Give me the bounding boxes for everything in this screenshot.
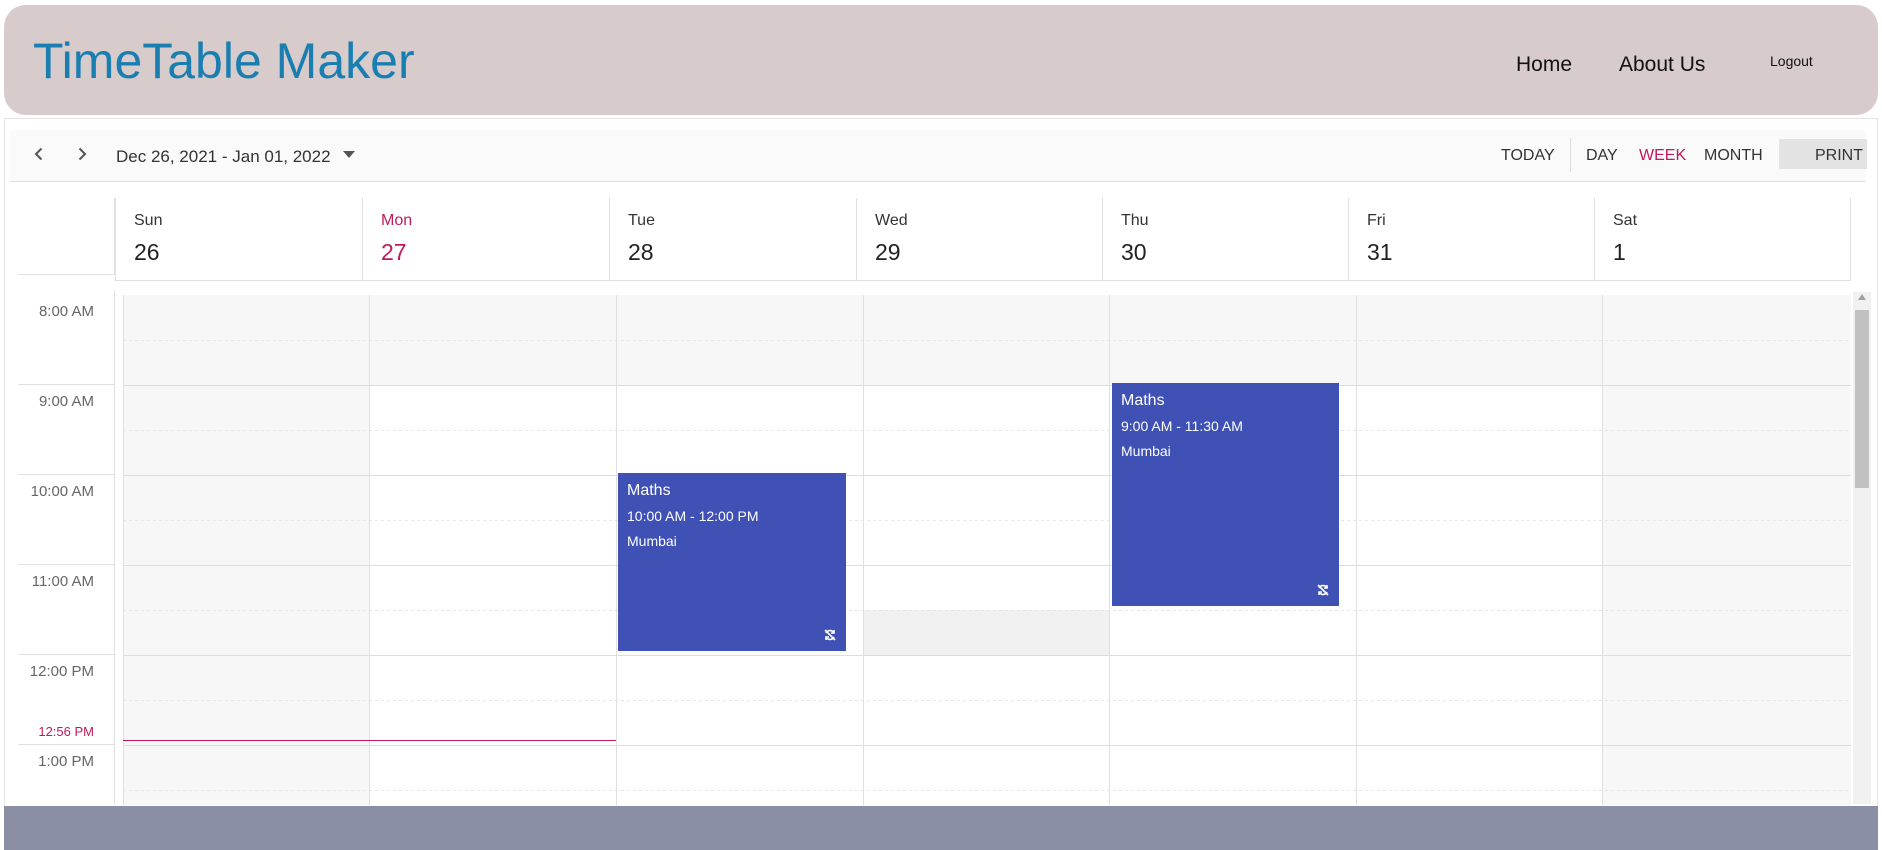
half-hour-line bbox=[123, 610, 1851, 611]
caret-down-icon[interactable] bbox=[343, 150, 355, 160]
event-location: Mumbai bbox=[627, 533, 677, 549]
day-number: 27 bbox=[381, 239, 407, 265]
event-time: 10:00 AM - 12:00 PM bbox=[627, 508, 759, 524]
hour-line bbox=[123, 745, 1851, 746]
toolbar-divider bbox=[1570, 138, 1571, 172]
nav-home-link[interactable]: Home bbox=[1516, 53, 1572, 77]
day-number: 29 bbox=[875, 239, 901, 265]
half-hour-line bbox=[123, 520, 1851, 521]
half-hour-line bbox=[123, 790, 1851, 791]
time-label: 8:00 AM bbox=[38, 303, 94, 320]
event-title: Maths bbox=[1121, 392, 1165, 409]
hour-line bbox=[123, 655, 1851, 656]
current-time-label: 12:56 PM bbox=[38, 724, 94, 739]
page-footer bbox=[4, 806, 1878, 850]
half-hour-line bbox=[123, 700, 1851, 701]
hour-line bbox=[123, 475, 1851, 476]
day-name: Sat bbox=[1613, 212, 1638, 229]
time-tick bbox=[18, 564, 115, 565]
chevron-right-icon[interactable] bbox=[75, 147, 89, 161]
view-month-button[interactable]: MONTH bbox=[1704, 147, 1763, 165]
time-label: 1:00 PM bbox=[38, 753, 94, 770]
day-number: 30 bbox=[1121, 239, 1147, 265]
day-name: Tue bbox=[628, 212, 655, 229]
half-hour-line bbox=[123, 430, 1851, 431]
brand-title[interactable]: TimeTable Maker bbox=[33, 32, 415, 90]
current-time-line bbox=[123, 740, 616, 741]
view-day-button[interactable]: DAY bbox=[1586, 147, 1618, 165]
day-name: Mon bbox=[381, 212, 413, 229]
event-maths-tue[interactable]: Maths 10:00 AM - 12:00 PM Mumbai bbox=[618, 473, 846, 651]
view-week-button[interactable]: WEEK bbox=[1639, 147, 1686, 165]
time-tick bbox=[18, 654, 115, 655]
day-header-fri[interactable]: Fri 31 bbox=[1348, 198, 1594, 280]
print-button[interactable]: PRINT bbox=[1815, 147, 1863, 165]
selected-cell[interactable] bbox=[863, 610, 1109, 655]
time-tick bbox=[18, 384, 115, 385]
day-header-sun[interactable]: Sun 26 bbox=[115, 198, 362, 280]
half-hour-line bbox=[123, 340, 1851, 341]
time-grid[interactable] bbox=[123, 295, 1851, 805]
day-header-thu[interactable]: Thu 30 bbox=[1102, 198, 1348, 280]
day-number: 28 bbox=[628, 239, 654, 265]
day-header-tue[interactable]: Tue 28 bbox=[609, 198, 856, 280]
date-range-picker[interactable]: Dec 26, 2021 - Jan 01, 2022 bbox=[116, 147, 331, 167]
day-name: Thu bbox=[1121, 212, 1149, 229]
time-tick bbox=[18, 744, 115, 745]
day-number: 1 bbox=[1613, 239, 1626, 265]
day-header-row: Sun 26 Mon 27 Tue 28 Wed 29 Thu 30 Fri 3… bbox=[115, 198, 1851, 281]
chevron-left-icon[interactable] bbox=[32, 147, 46, 161]
day-header-mon[interactable]: Mon 27 bbox=[362, 198, 609, 280]
day-header-sat[interactable]: Sat 1 bbox=[1594, 198, 1851, 280]
app-header: TimeTable Maker Home About Us Logout bbox=[4, 5, 1878, 115]
day-column-fri bbox=[1356, 295, 1357, 805]
day-column-mon bbox=[369, 295, 370, 805]
time-label: 11:00 AM bbox=[31, 573, 94, 590]
event-maths-thu[interactable]: Maths 9:00 AM - 11:30 AM Mumbai bbox=[1112, 383, 1339, 606]
time-label: 9:00 AM bbox=[38, 393, 94, 410]
day-column-sun bbox=[123, 295, 124, 805]
day-number: 31 bbox=[1367, 239, 1393, 265]
day-column-wed bbox=[863, 295, 864, 805]
logout-link[interactable]: Logout bbox=[1770, 53, 1813, 69]
event-title: Maths bbox=[627, 482, 671, 499]
day-name: Sun bbox=[134, 212, 163, 229]
header-corner bbox=[18, 198, 115, 275]
time-label: 12:00 PM bbox=[29, 663, 94, 680]
event-time: 9:00 AM - 11:30 AM bbox=[1121, 418, 1243, 434]
weekend-shade-sat bbox=[1602, 295, 1851, 805]
recurrence-off-icon bbox=[1317, 584, 1329, 596]
weekend-shade-sun bbox=[123, 295, 369, 805]
scroll-up-arrow-icon[interactable] bbox=[1858, 294, 1866, 300]
day-column-thu bbox=[1109, 295, 1110, 805]
day-header-wed[interactable]: Wed 29 bbox=[856, 198, 1102, 280]
event-location: Mumbai bbox=[1121, 443, 1171, 459]
day-name: Fri bbox=[1367, 212, 1386, 229]
time-label: 10:00 AM bbox=[30, 483, 94, 500]
time-gutter: 8:00 AM 9:00 AM 10:00 AM 11:00 AM 12:00 … bbox=[18, 290, 115, 804]
hour-line bbox=[123, 565, 1851, 566]
scrollbar-thumb[interactable] bbox=[1855, 310, 1869, 488]
recurrence-off-icon bbox=[824, 629, 836, 641]
day-column-sat bbox=[1602, 295, 1603, 805]
day-name: Wed bbox=[875, 212, 908, 229]
day-number: 26 bbox=[134, 239, 160, 265]
nav-about-link[interactable]: About Us bbox=[1619, 53, 1705, 77]
day-column-tue bbox=[616, 295, 617, 805]
today-button[interactable]: TODAY bbox=[1501, 147, 1555, 165]
hour-line bbox=[123, 385, 1851, 386]
time-tick bbox=[18, 474, 115, 475]
